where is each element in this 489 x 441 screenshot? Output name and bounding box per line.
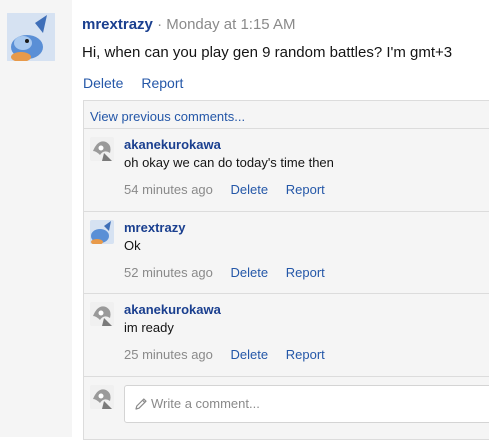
comment-text: im ready	[124, 320, 174, 335]
comment-report-link[interactable]: Report	[286, 347, 325, 362]
comment-report-link[interactable]: Report	[286, 182, 325, 197]
comment-avatar[interactable]	[90, 137, 114, 161]
comment-item: akanekurokawa im ready 25 minutes ago De…	[84, 294, 489, 377]
post-body: Hi, when can you play gen 9 random battl…	[82, 44, 453, 61]
post-container: mrextrazy · Monday at 1:15 AM Hi, when c…	[72, 0, 489, 440]
comment-report-link[interactable]: Report	[286, 265, 325, 280]
pencil-icon	[134, 397, 148, 411]
post-timestamp[interactable]: Monday at 1:15 AM	[166, 16, 295, 33]
view-previous-comments-row: View previous comments...	[84, 101, 489, 129]
post-header: mrextrazy · Monday at 1:15 AM	[82, 15, 295, 35]
comment-meta: 25 minutes ago Delete Report	[124, 347, 325, 363]
comment-time[interactable]: 25 minutes ago	[124, 347, 213, 362]
report-post-link[interactable]: Report	[141, 75, 183, 91]
current-user-avatar	[90, 385, 114, 409]
comment-delete-link[interactable]: Delete	[231, 265, 269, 280]
delete-post-link[interactable]: Delete	[83, 75, 123, 91]
comment-avatar[interactable]	[90, 220, 114, 244]
write-comment-placeholder: Write a comment...	[151, 396, 260, 411]
write-comment-row: Write a comment...	[84, 377, 489, 441]
post-username[interactable]: mrextrazy	[82, 16, 153, 33]
comment-item: mrextrazy Ok 52 minutes ago Delete Repor…	[84, 212, 489, 294]
comment-delete-link[interactable]: Delete	[231, 347, 269, 362]
comment-text: oh okay we can do today's time then	[124, 155, 334, 170]
view-previous-comments-link[interactable]: View previous comments...	[90, 109, 245, 124]
avatar[interactable]	[7, 13, 55, 61]
post-actions: Delete Report	[83, 74, 183, 92]
comment-delete-link[interactable]: Delete	[231, 182, 269, 197]
write-comment-input[interactable]: Write a comment...	[124, 385, 489, 423]
comment-time[interactable]: 52 minutes ago	[124, 265, 213, 280]
comment-avatar[interactable]	[90, 302, 114, 326]
comment-meta: 54 minutes ago Delete Report	[124, 182, 325, 198]
header-separator: ·	[157, 16, 163, 33]
left-gutter	[0, 0, 72, 437]
comment-meta: 52 minutes ago Delete Report	[124, 265, 325, 281]
comment-username[interactable]: akanekurokawa	[124, 302, 221, 318]
comment-text: Ok	[124, 238, 141, 253]
comment-item: akanekurokawa oh okay we can do today's …	[84, 129, 489, 212]
comment-username[interactable]: mrextrazy	[124, 220, 185, 236]
comment-time[interactable]: 54 minutes ago	[124, 182, 213, 197]
comment-username[interactable]: akanekurokawa	[124, 137, 221, 153]
comments-section: View previous comments... akanekurokawa …	[83, 100, 489, 440]
